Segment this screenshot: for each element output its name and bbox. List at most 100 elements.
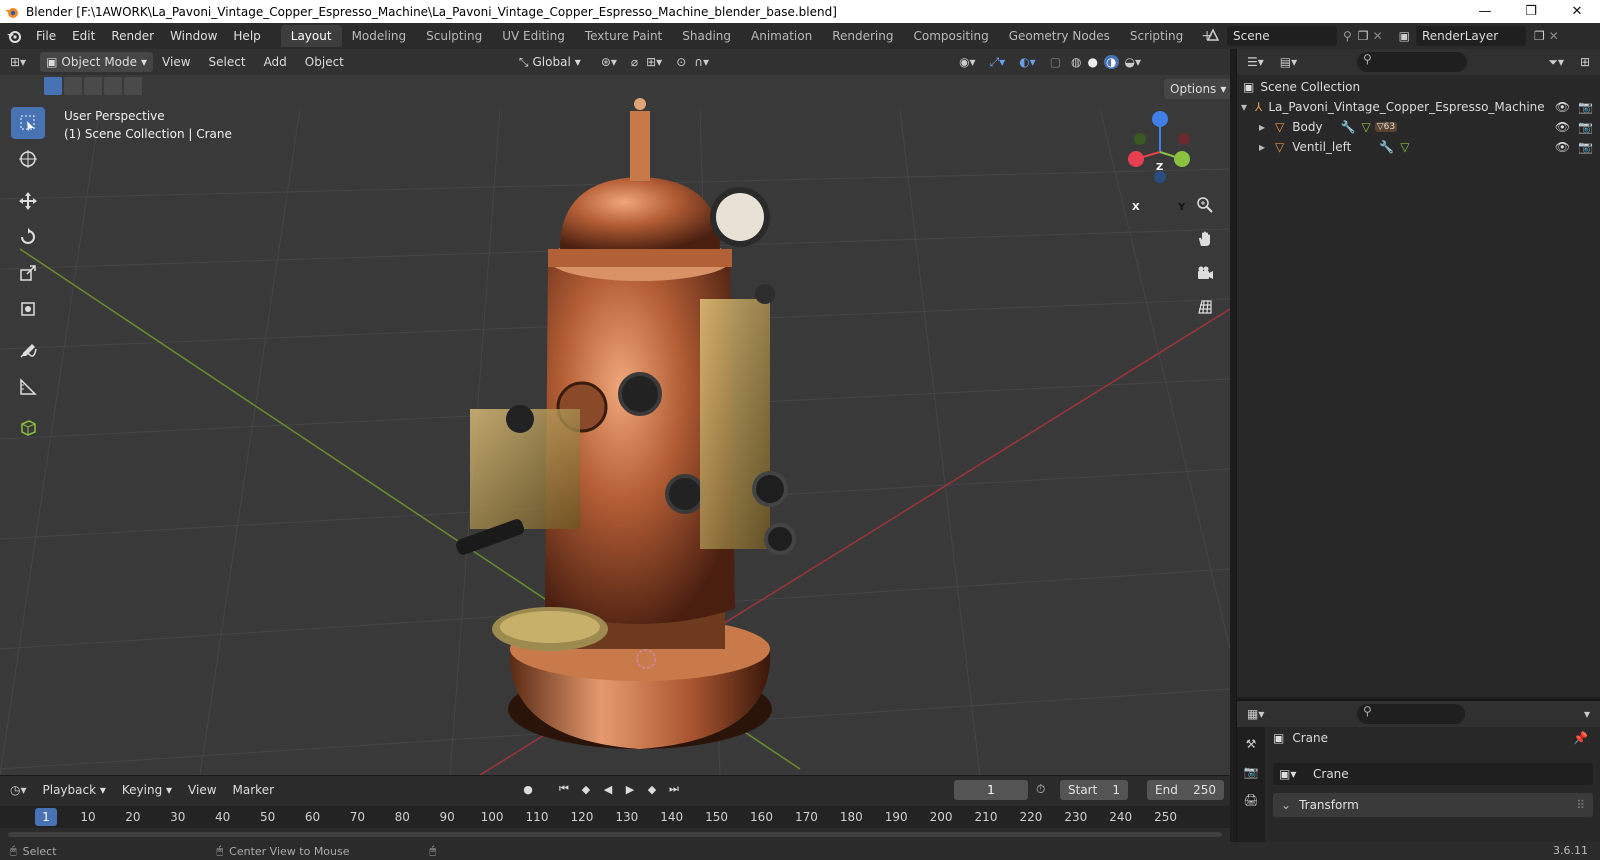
menu-file[interactable]: File [28, 29, 64, 43]
outliner-item-ventil-left[interactable]: ▸ ▽ Ventil_left 🔧 ▽ 👁 📷 [1259, 137, 1600, 157]
jump-start-icon[interactable]: ⏮ [556, 780, 572, 798]
orientation-dropdown[interactable]: ⤡ Global ▾ [513, 52, 587, 72]
render-camera-icon[interactable]: 📷 [1578, 100, 1593, 114]
outliner-item-body[interactable]: ▸ ▽ Body 🔧 ▽ ▽63 👁 📷 [1259, 117, 1600, 137]
visibility-eye-icon[interactable]: 👁 [1555, 120, 1570, 134]
options-dropdown[interactable]: Options ▾ [1164, 79, 1230, 99]
xray-icon[interactable]: ▢ [1050, 55, 1061, 69]
wrench-modifier-icon[interactable]: 🔧 [1379, 140, 1394, 154]
mesh-data-icon[interactable]: ▽ [1400, 140, 1409, 154]
expand-arrow-icon[interactable]: ▸ [1259, 120, 1265, 134]
viewport-menu-object[interactable]: Object [296, 55, 353, 69]
close-button[interactable]: ✕ [1554, 0, 1600, 23]
current-frame-field[interactable]: 1 [954, 780, 1028, 800]
outliner-search-input[interactable]: ⚲ [1357, 52, 1467, 72]
render-camera-icon[interactable]: 📷 [1578, 120, 1593, 134]
expand-arrow-icon[interactable]: ▸ [1259, 140, 1265, 154]
camera-view-icon[interactable] [1192, 260, 1218, 286]
select-extend-icon[interactable] [64, 77, 82, 95]
tab-shading[interactable]: Shading [672, 25, 741, 47]
measure-tool[interactable] [11, 371, 45, 403]
properties-editor-type-icon[interactable]: ▦▾ [1247, 707, 1264, 721]
editor-type-icon[interactable]: ⊞▾ [10, 55, 26, 69]
properties-search-input[interactable]: ⚲ [1357, 704, 1465, 724]
record-icon[interactable]: ● [520, 780, 536, 798]
viewport-menu-add[interactable]: Add [255, 55, 296, 69]
view-layer-icon[interactable]: ▣ [1399, 29, 1410, 43]
solid-shading-icon[interactable]: ● [1088, 55, 1098, 69]
pan-hand-icon[interactable] [1192, 226, 1218, 252]
chevron-down-icon[interactable]: ▾ [1584, 707, 1590, 721]
wrench-modifier-icon[interactable]: 🔧 [1341, 120, 1356, 134]
wireframe-shading-icon[interactable]: ◍ [1071, 55, 1081, 69]
expand-arrow-icon[interactable]: ▾ [1241, 100, 1247, 114]
mesh-data-icon[interactable]: ▽ [1362, 120, 1371, 134]
select-box-tool[interactable] [11, 107, 45, 139]
move-tool[interactable] [11, 185, 45, 217]
select-intersect-icon[interactable] [124, 77, 142, 95]
pivot-icon[interactable]: ⊛▾ [601, 55, 617, 69]
timeline-menu-view[interactable]: View [180, 783, 224, 797]
frame-ruler[interactable]: 1 10 20 30 40 50 60 70 80 90 100 110 120 130 140 150 160… [0, 806, 1230, 828]
timeline-menu-playback[interactable]: Playback ▾ [35, 783, 114, 797]
select-subtract-icon[interactable] [84, 77, 102, 95]
outliner-scene-collection[interactable]: ▣ Scene Collection [1243, 77, 1360, 97]
filter-icon[interactable]: ⏷▾ [1548, 55, 1564, 70]
overlay-toggle-icon[interactable]: ◐▾ [1019, 55, 1036, 69]
material-count-badge[interactable]: ▽63 [1374, 122, 1398, 132]
snap-target-icon[interactable]: ⊞▾ [646, 55, 662, 69]
timeline-scrollbar[interactable] [8, 832, 1222, 837]
next-keyframe-icon[interactable]: ◆ [644, 780, 660, 798]
tab-scripting[interactable]: Scripting [1120, 25, 1193, 47]
ortho-grid-icon[interactable] [1192, 294, 1218, 320]
current-frame-marker[interactable]: 1 [35, 808, 57, 826]
tab-geometry-nodes[interactable]: Geometry Nodes [999, 25, 1120, 47]
end-frame-field[interactable]: End 250 [1147, 780, 1224, 800]
viewport-menu-select[interactable]: Select [200, 55, 255, 69]
play-icon[interactable]: ▶ [622, 780, 638, 798]
tab-modeling[interactable]: Modeling [342, 25, 417, 47]
outliner-collection-row[interactable]: ▾ ⅄ La_Pavoni_Vintage_Copper_Espresso_Ma… [1241, 97, 1600, 117]
render-layer-field[interactable]: RenderLayer [1415, 26, 1526, 46]
visibility-eye-icon[interactable]: 👁 [1555, 100, 1570, 114]
tool-tab-icon[interactable]: ⚒ [1246, 737, 1257, 751]
delete-scene-icon[interactable]: ✕ [1373, 29, 1383, 43]
drag-handle-icon[interactable]: ⠿ [1576, 798, 1585, 812]
jump-end-icon[interactable]: ⏭ [666, 780, 682, 798]
object-mode-dropdown[interactable]: ▣ Object Mode ▾ [40, 52, 154, 72]
zoom-icon[interactable] [1192, 192, 1218, 218]
scale-tool[interactable] [11, 257, 45, 289]
tab-texture-paint[interactable]: Texture Paint [575, 25, 672, 47]
select-new-icon[interactable] [44, 77, 62, 95]
snap-icon[interactable]: ⌀ [631, 55, 638, 69]
menu-help[interactable]: Help [225, 29, 268, 43]
object-name-field[interactable]: ▣▾ Crane [1273, 763, 1593, 785]
falloff-icon[interactable]: ∩▾ [694, 55, 709, 69]
timeline-editor-type-icon[interactable]: ◷▾ [10, 783, 27, 797]
menu-render[interactable]: Render [103, 29, 162, 43]
tab-rendering[interactable]: Rendering [822, 25, 903, 47]
stopwatch-icon[interactable]: ⏱ [1036, 782, 1045, 797]
cursor-tool[interactable] [11, 143, 45, 175]
display-mode-icon[interactable]: ▤▾ [1280, 55, 1297, 69]
gizmo-y-label[interactable]: Y [1178, 202, 1185, 213]
annotate-tool[interactable] [11, 335, 45, 367]
tab-uv-editing[interactable]: UV Editing [492, 25, 575, 47]
proportional-edit-icon[interactable]: ⊙ [676, 55, 686, 69]
viewport-menu-view[interactable]: View [153, 55, 199, 69]
transform-panel-header[interactable]: ⌄ Transform ⠿ [1273, 793, 1593, 817]
add-cube-tool[interactable] [11, 411, 45, 443]
new-scene-icon[interactable]: ❐ [1358, 29, 1369, 43]
prev-keyframe-icon[interactable]: ◆ [578, 780, 594, 798]
rendered-shading-icon[interactable]: ◒▾ [1125, 55, 1142, 69]
render-tab-icon[interactable]: 📷 [1244, 765, 1259, 779]
pin-icon[interactable]: ⚲ [1343, 29, 1352, 43]
maximize-button[interactable]: ❐ [1508, 0, 1554, 23]
pin-icon[interactable]: 📌 [1573, 731, 1588, 745]
start-frame-field[interactable]: Start 1 [1060, 780, 1128, 800]
3d-viewport[interactable]: ⊞▾ ▣ Object Mode ▾ View Select Add Objec… [0, 49, 1230, 775]
gizmo-x-label[interactable]: X [1132, 202, 1140, 213]
transform-tool[interactable] [11, 293, 45, 325]
scene-icon[interactable] [1205, 27, 1221, 46]
timeline-menu-marker[interactable]: Marker [225, 783, 282, 797]
